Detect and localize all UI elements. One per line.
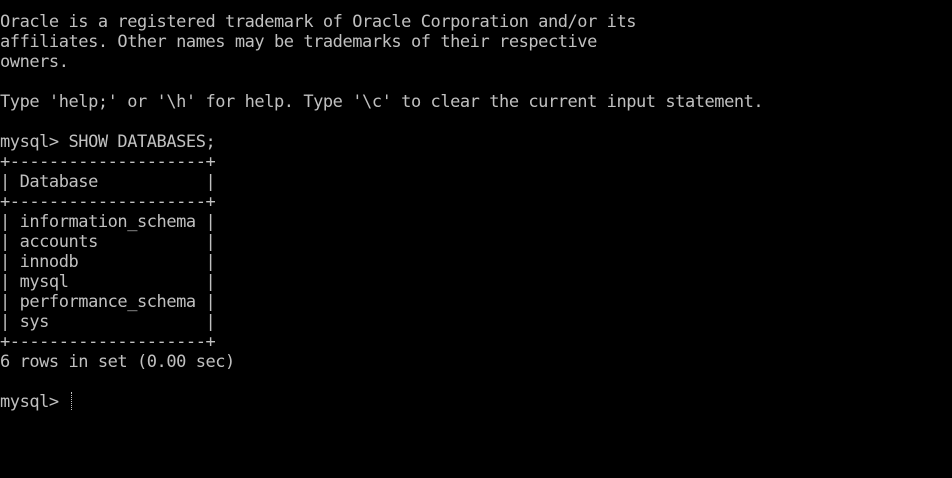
help-hint-line: Type 'help;' or '\h' for help. Type '\c'…: [0, 92, 764, 112]
license-line-3: owners.: [0, 52, 69, 72]
terminal-window[interactable]: Oracle is a registered trademark of Orac…: [0, 12, 952, 478]
table-row: | innodb |: [0, 252, 216, 272]
table-border-bottom: +--------------------+: [0, 332, 216, 352]
command-line: mysql> SHOW DATABASES;: [0, 132, 216, 152]
table-row: | performance_schema |: [0, 292, 216, 312]
license-line-1: Oracle is a registered trademark of Orac…: [0, 12, 637, 32]
table-header-row: | Database |: [0, 172, 216, 192]
table-row: | sys |: [0, 312, 216, 332]
prompt-text: mysql>: [0, 392, 69, 412]
table-row: | information_schema |: [0, 212, 216, 232]
result-summary: 6 rows in set (0.00 sec): [0, 352, 235, 372]
license-line-2: affiliates. Other names may be trademark…: [0, 32, 597, 52]
table-row: | mysql |: [0, 272, 216, 292]
text-cursor: [70, 392, 73, 410]
table-row: | accounts |: [0, 232, 216, 252]
prompt-line[interactable]: mysql>: [0, 392, 952, 412]
table-border-header: +--------------------+: [0, 192, 216, 212]
table-border-top: +--------------------+: [0, 152, 216, 172]
